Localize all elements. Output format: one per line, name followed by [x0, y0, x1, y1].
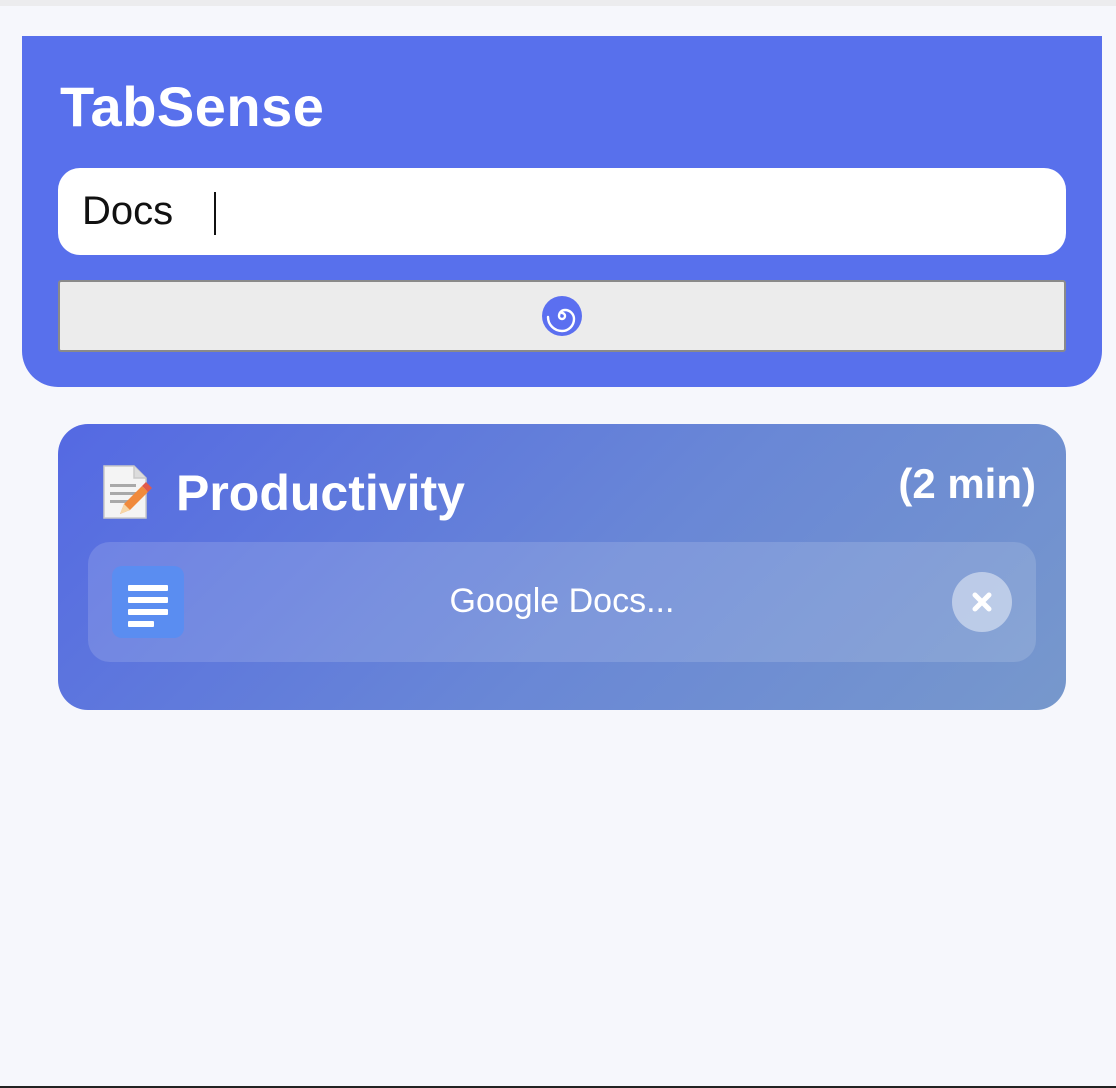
app-title: TabSense: [60, 75, 325, 138]
tab-item[interactable]: Google Docs...: [88, 542, 1036, 662]
tab-group-card: Productivity (2 min) Google Docs...: [58, 424, 1066, 710]
spiral-icon: [542, 296, 582, 336]
group-title: Productivity: [176, 465, 465, 521]
close-icon: [972, 592, 992, 612]
search-input[interactable]: [58, 168, 1066, 255]
close-tab-button[interactable]: [952, 572, 1012, 632]
browser-top-strip: [0, 0, 1116, 6]
memo-icon: [103, 465, 152, 519]
tab-title: Google Docs...: [449, 582, 675, 620]
group-duration: (2 min): [898, 460, 1036, 507]
header-panel: TabSense: [22, 36, 1102, 387]
search-field-wrapper: [58, 168, 1066, 255]
organize-button[interactable]: [58, 280, 1066, 352]
text-caret: [214, 192, 216, 235]
